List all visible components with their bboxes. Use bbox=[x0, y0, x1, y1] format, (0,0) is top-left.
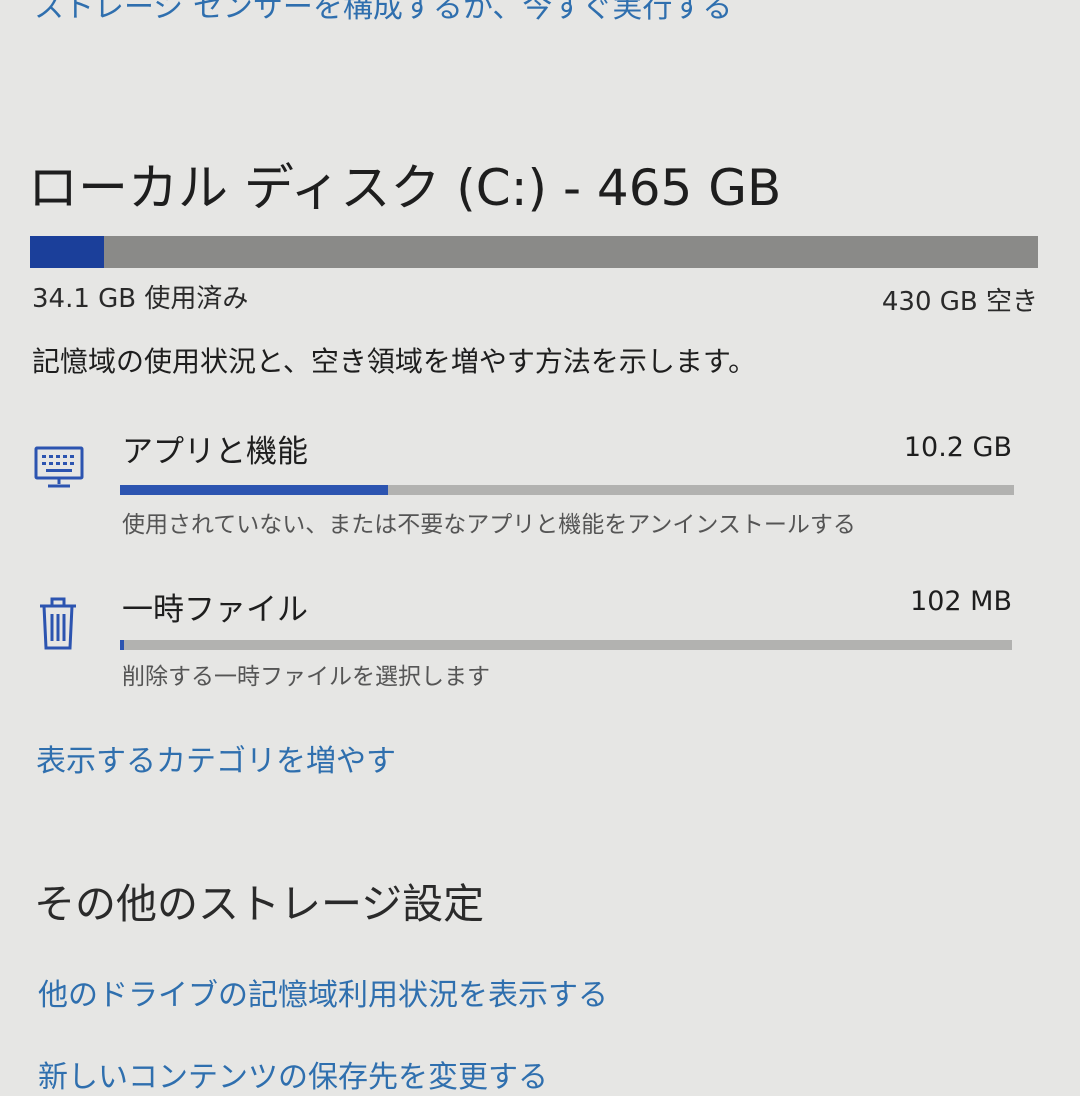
show-more-categories-link[interactable]: 表示するカテゴリを増やす bbox=[36, 736, 396, 780]
keyboard-icon bbox=[34, 446, 84, 494]
drive-usage-bar bbox=[30, 236, 1038, 268]
category-temp-files-size: 102 MB bbox=[910, 586, 1012, 617]
category-temp-files-bar bbox=[120, 640, 1012, 650]
category-apps-bar-fill bbox=[120, 485, 389, 495]
other-storage-settings-heading: その他のストレージ設定 bbox=[34, 880, 485, 928]
used-space-label: 34.1 GB 使用済み bbox=[32, 284, 249, 314]
category-apps-label[interactable]: アプリと機能 bbox=[122, 426, 308, 471]
view-other-drives-link[interactable]: 他のドライブの記憶域利用状況を表示する bbox=[38, 970, 608, 1014]
category-apps-bar bbox=[120, 485, 1014, 495]
category-temp-files-label[interactable]: 一時ファイル bbox=[122, 584, 308, 629]
category-apps-description: 使用されていない、または不要なアプリと機能をアンインストールする bbox=[122, 512, 856, 538]
trash-icon bbox=[38, 596, 78, 656]
category-temp-files-bar-fill bbox=[120, 640, 124, 650]
change-save-location-link[interactable]: 新しいコンテンツの保存先を変更する bbox=[38, 1052, 548, 1096]
drive-usage-bar-fill bbox=[30, 236, 104, 268]
drive-title: ローカル ディスク (C:) - 465 GB bbox=[28, 159, 782, 217]
free-space-label: 430 GB 空き bbox=[881, 287, 1038, 317]
category-temp-files-description: 削除する一時ファイルを選択します bbox=[122, 664, 490, 690]
storage-sense-link[interactable]: ストレージ センサーを構成するか、今すぐ実行する bbox=[34, 0, 732, 26]
storage-description: 記憶域の使用状況と、空き領域を増やす方法を示します。 bbox=[32, 345, 757, 378]
category-apps-size: 10.2 GB bbox=[903, 432, 1012, 463]
